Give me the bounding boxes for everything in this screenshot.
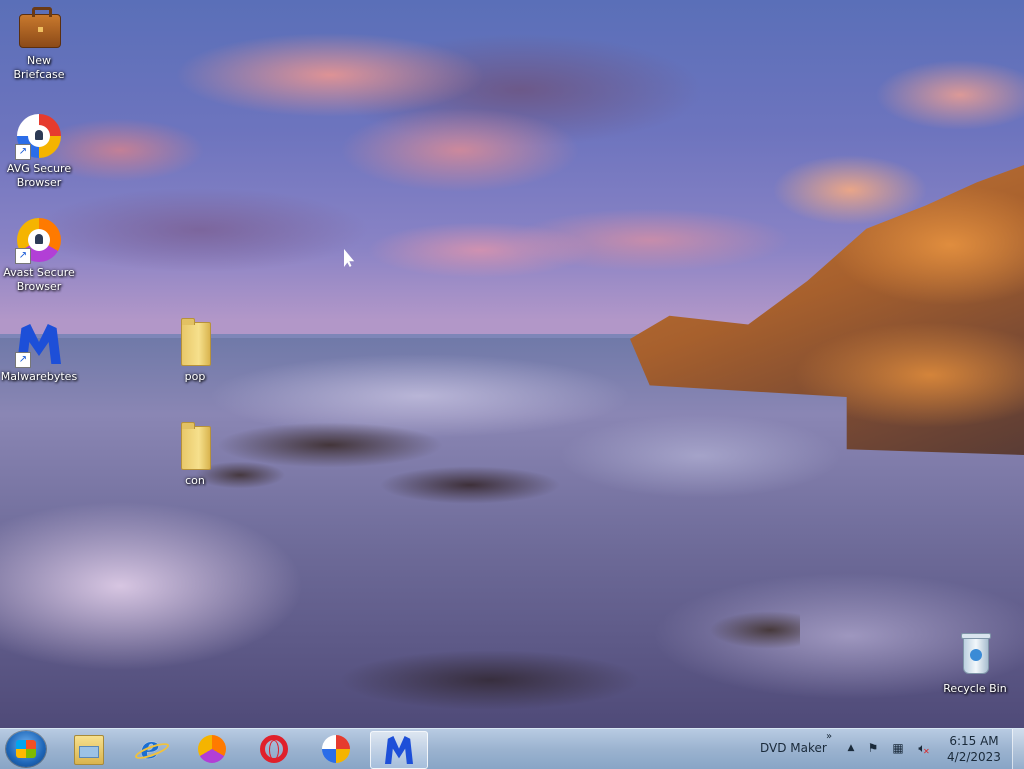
desktop-icon-label: pop (184, 370, 206, 383)
folder-icon (171, 318, 219, 368)
shortcut-arrow-icon: ↗ (15, 144, 31, 160)
taskbar: e DVD Maker » ▲ ⚑ ▦ 🔈︎ ✕ 6:15 AM 4/2/2023 (0, 728, 1024, 769)
internet-explorer-icon: e (136, 734, 164, 764)
avast-secure-browser-icon (198, 735, 226, 763)
opera-icon (260, 735, 288, 763)
taskbar-pinned-opera[interactable] (246, 731, 302, 767)
desktop-icon-label: con (185, 474, 205, 487)
show-desktop-button[interactable] (1012, 729, 1024, 769)
desktop-icon-label: AVG Secure Browser (6, 162, 72, 189)
toolbar-chevron-icon[interactable]: » (826, 731, 832, 742)
taskbar-pinned-malwarebytes[interactable] (370, 731, 428, 769)
windows-logo-icon (16, 740, 36, 758)
taskbar-pinned-avg-secure-browser[interactable] (308, 731, 364, 767)
avg-secure-browser-icon (322, 735, 350, 763)
desktop-icon-label: New Briefcase (13, 54, 65, 81)
avast-secure-browser-icon: ↗ (15, 216, 63, 264)
desktop-icon-folder-pop[interactable]: pop (156, 318, 234, 384)
wallpaper-rocks-lower (250, 560, 800, 728)
malwarebytes-icon: ↗ (15, 320, 63, 368)
system-clock[interactable]: 6:15 AM 4/2/2023 (944, 733, 1004, 765)
dvd-maker-toolbar[interactable]: DVD Maker (760, 741, 827, 755)
desktop-wallpaper (0, 0, 1024, 728)
start-button[interactable] (6, 731, 46, 767)
desktop-icon-avast-secure-browser[interactable]: ↗ Avast Secure Browser (0, 216, 78, 294)
desktop-icon-malwarebytes[interactable]: ↗ Malwarebytes (0, 320, 78, 384)
malwarebytes-icon (385, 736, 413, 764)
desktop-icon-label: Malwarebytes (0, 370, 78, 383)
shortcut-arrow-icon: ↗ (15, 352, 31, 368)
desktop-icon-label: Recycle Bin (943, 682, 1007, 695)
briefcase-icon (15, 4, 63, 52)
folder-icon (171, 422, 219, 472)
taskbar-pinned-windows-explorer[interactable] (60, 731, 116, 767)
wallpaper-horizon (0, 334, 640, 338)
action-center-flag-icon[interactable]: ⚑ (866, 741, 880, 755)
desktop-icon-new-briefcase[interactable]: New Briefcase (0, 4, 78, 82)
clock-date: 4/2/2023 (947, 750, 1001, 764)
taskbar-pinned-avast-secure-browser[interactable] (184, 731, 240, 767)
desktop-icon-label: Avast Secure Browser (3, 266, 75, 293)
desktop-icon-avg-secure-browser[interactable]: ↗ AVG Secure Browser (0, 112, 78, 190)
desktop-icon-recycle-bin[interactable]: Recycle Bin (936, 632, 1014, 696)
windows-explorer-icon (74, 735, 104, 765)
network-icon[interactable]: ▦ (891, 741, 905, 755)
clock-time: 6:15 AM (949, 734, 999, 748)
taskbar-pinned-internet-explorer[interactable]: e (122, 731, 178, 767)
show-hidden-icons-button[interactable]: ▲ (844, 741, 858, 755)
desktop-icon-folder-con[interactable]: con (156, 422, 234, 488)
recycle-bin-icon (951, 632, 999, 680)
volume-muted-icon[interactable]: 🔈︎ ✕ (915, 741, 929, 756)
avg-secure-browser-icon: ↗ (15, 112, 63, 160)
shortcut-arrow-icon: ↗ (15, 248, 31, 264)
